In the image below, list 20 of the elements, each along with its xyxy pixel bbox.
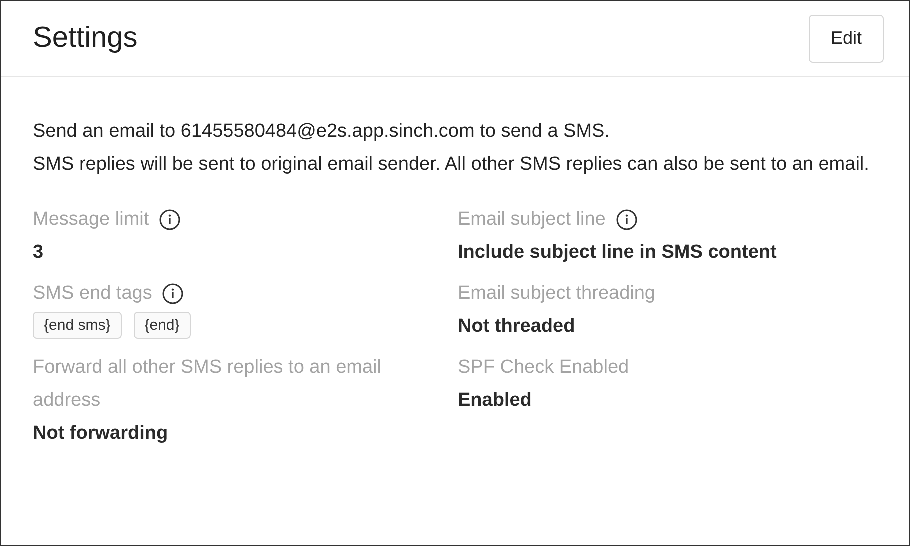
- field-label: SMS end tags: [33, 282, 152, 306]
- description-text: Send an email to 61455580484@e2s.app.sinch.com to send a SMS.: [33, 120, 611, 144]
- edit-button[interactable]: Edit: [808, 14, 884, 62]
- field-value: Not forwarding: [33, 422, 170, 446]
- end-tag: {end sms}: [33, 312, 122, 339]
- field-label: Forward all other SMS replies to an email address: [33, 356, 382, 413]
- page-title: Settings: [33, 22, 138, 55]
- field-value: Include subject line in SMS content: [458, 241, 778, 265]
- field-value: Not threaded: [458, 315, 576, 339]
- end-tag: {end}: [134, 312, 191, 339]
- field-value: 3: [33, 241, 45, 265]
- field-label: Message limit: [33, 208, 150, 232]
- info-icon[interactable]: [616, 208, 638, 230]
- info-icon[interactable]: [162, 282, 184, 304]
- field-label: SPF Check Enabled: [458, 356, 630, 380]
- field-value: Enabled: [458, 389, 533, 413]
- description-text: SMS replies will be sent to original email sender. All other SMS replies can also be sent to an email.: [33, 153, 870, 177]
- info-icon[interactable]: [159, 208, 182, 230]
- field-label: Email subject threading: [458, 282, 656, 306]
- field-label: Email subject line: [458, 208, 606, 232]
